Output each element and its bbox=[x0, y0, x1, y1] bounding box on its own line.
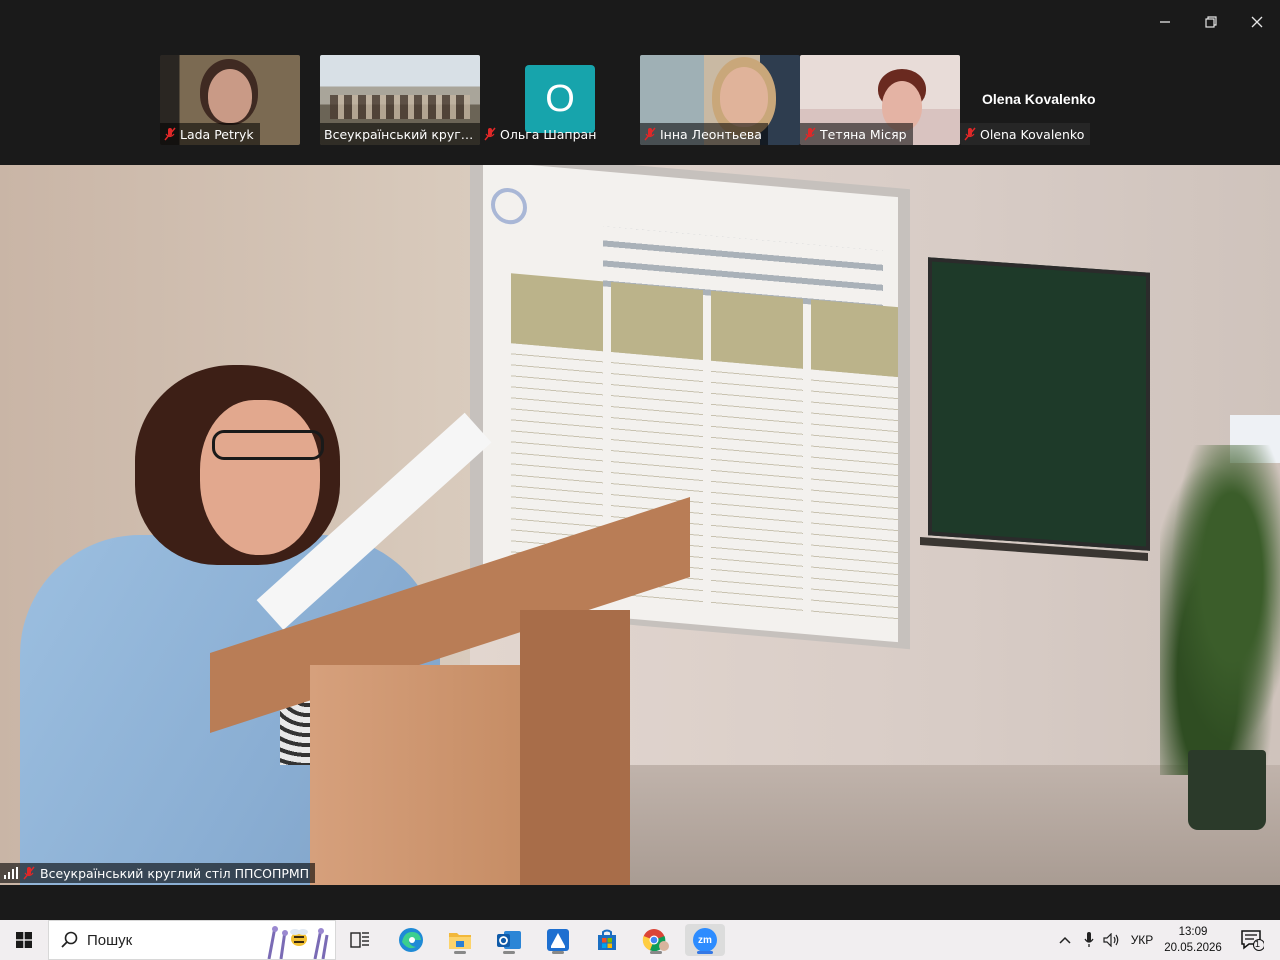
taskbar-app[interactable] bbox=[538, 924, 578, 956]
notification-count-badge: 1 bbox=[1255, 939, 1261, 949]
participant-face bbox=[208, 69, 252, 123]
slide-column bbox=[811, 299, 898, 628]
taskbar-file-explorer[interactable] bbox=[440, 924, 480, 956]
mic-muted-icon bbox=[23, 866, 35, 880]
participant-tile-tetiana-misiar[interactable]: Тетяна Місяр bbox=[800, 55, 960, 145]
mic-muted-icon bbox=[964, 127, 976, 141]
speaker-glasses bbox=[212, 430, 324, 460]
participant-face bbox=[720, 67, 768, 127]
participant-tile-olena-kovalenko[interactable]: Olena Kovalenko Olena Kovalenko bbox=[960, 55, 1120, 145]
restore-icon bbox=[1205, 16, 1217, 28]
outlook-icon bbox=[497, 931, 521, 949]
taskbar-microsoft-store[interactable] bbox=[587, 924, 627, 956]
active-indicator bbox=[697, 951, 713, 954]
microsoft-store-icon bbox=[598, 929, 616, 950]
chrome-icon bbox=[642, 929, 669, 952]
search-placeholder: Пошук bbox=[87, 931, 133, 949]
minimize-icon bbox=[1160, 21, 1170, 23]
room-people bbox=[330, 95, 470, 119]
speaker-face bbox=[200, 400, 320, 555]
taskbar-zoom[interactable]: zm bbox=[685, 924, 725, 956]
taskbar-outlook[interactable] bbox=[489, 924, 529, 956]
search-icon bbox=[61, 931, 78, 948]
participant-name: Інна Леонтьева bbox=[660, 126, 762, 142]
participant-name: Olena Kovalenko bbox=[980, 126, 1085, 142]
slide-logo-icon bbox=[491, 186, 527, 226]
volume-tray-button[interactable] bbox=[1100, 920, 1124, 960]
file-explorer-icon bbox=[449, 933, 471, 949]
task-view-button[interactable] bbox=[340, 924, 380, 956]
notifications-button[interactable]: 1 bbox=[1232, 920, 1272, 960]
participant-label: Lada Petryk bbox=[160, 123, 260, 145]
app-icon bbox=[547, 929, 569, 951]
participant-label: Ольга Шапран bbox=[480, 123, 602, 145]
task-view-icon bbox=[350, 932, 369, 948]
edge-icon bbox=[399, 928, 423, 952]
active-speaker-name: Всеукраїнський круглий стіл ППСОПРМП bbox=[40, 865, 310, 881]
search-highlight-bee-icon bbox=[267, 926, 329, 959]
windows-taskbar: Пошук zm УКР 13:09 20.05.2026 1 bbox=[0, 920, 1280, 960]
microphone-icon bbox=[1084, 932, 1094, 947]
plant bbox=[1160, 445, 1280, 775]
participant-label: Всеукраїнський круглий ... bbox=[320, 123, 480, 145]
slide-column bbox=[711, 290, 803, 619]
floor bbox=[560, 765, 1280, 885]
active-indicator bbox=[503, 951, 515, 954]
participant-tile-inna-leontyeva[interactable]: Інна Леонтьева bbox=[640, 55, 800, 145]
podium-front bbox=[310, 665, 525, 885]
participant-display-name: Olena Kovalenko bbox=[982, 91, 1096, 107]
participant-label: Olena Kovalenko bbox=[960, 123, 1091, 145]
restore-button[interactable] bbox=[1188, 6, 1234, 38]
taskbar-chrome[interactable] bbox=[636, 924, 676, 956]
participant-name: Ольга Шапран bbox=[500, 126, 597, 142]
microphone-tray-button[interactable] bbox=[1078, 920, 1100, 960]
participant-tile-olga-shapran[interactable]: O Ольга Шапран bbox=[480, 55, 640, 145]
taskbar-edge[interactable] bbox=[391, 924, 431, 956]
plant-pot bbox=[1188, 750, 1266, 830]
show-hidden-icons-button[interactable] bbox=[1054, 920, 1076, 960]
participant-name: Всеукраїнський круглий ... bbox=[324, 126, 474, 142]
mic-muted-icon bbox=[644, 127, 656, 141]
participant-tile-round-table[interactable]: Всеукраїнський круглий ... bbox=[320, 55, 480, 145]
speaker-volume-icon bbox=[1103, 933, 1119, 947]
system-clock[interactable]: 13:09 20.05.2026 bbox=[1160, 920, 1226, 960]
active-speaker-label: Всеукраїнський круглий стіл ППСОПРМП bbox=[0, 863, 316, 883]
participant-tile-lada-petryk[interactable]: Lada Petryk bbox=[160, 55, 300, 145]
participant-label: Тетяна Місяр bbox=[800, 123, 913, 145]
taskbar-search-box[interactable]: Пошук bbox=[48, 920, 336, 960]
participant-label: Інна Леонтьева bbox=[640, 123, 768, 145]
chalkboard bbox=[928, 257, 1150, 551]
chevron-up-icon bbox=[1059, 936, 1071, 944]
mic-muted-icon bbox=[164, 127, 176, 141]
clock-time: 13:09 bbox=[1178, 926, 1208, 938]
mic-muted-icon bbox=[804, 127, 816, 141]
notification-center-icon bbox=[1241, 930, 1264, 951]
title-bar bbox=[0, 0, 1280, 44]
podium-side bbox=[520, 610, 630, 885]
active-indicator bbox=[650, 951, 662, 954]
mic-muted-icon bbox=[484, 127, 496, 141]
close-button[interactable] bbox=[1234, 6, 1280, 38]
participant-name: Lada Petryk bbox=[180, 126, 254, 142]
minimize-button[interactable] bbox=[1142, 6, 1188, 38]
active-indicator bbox=[552, 951, 564, 954]
zoom-icon-label: zm bbox=[698, 934, 712, 946]
zoom-meeting-window: Lada Petryk Всеукраїнський круглий ... O… bbox=[0, 0, 1280, 920]
active-indicator bbox=[454, 951, 466, 954]
language-indicator[interactable]: УКР bbox=[1126, 920, 1158, 960]
connection-signal-icon bbox=[4, 867, 18, 879]
clock-date: 20.05.2026 bbox=[1164, 942, 1222, 954]
windows-logo-icon bbox=[16, 932, 32, 948]
active-speaker-video[interactable]: Всеукраїнський круглий стіл ППСОПРМП bbox=[0, 165, 1280, 885]
close-icon bbox=[1251, 16, 1263, 28]
start-button[interactable] bbox=[4, 924, 44, 956]
participant-name: Тетяна Місяр bbox=[820, 126, 907, 142]
